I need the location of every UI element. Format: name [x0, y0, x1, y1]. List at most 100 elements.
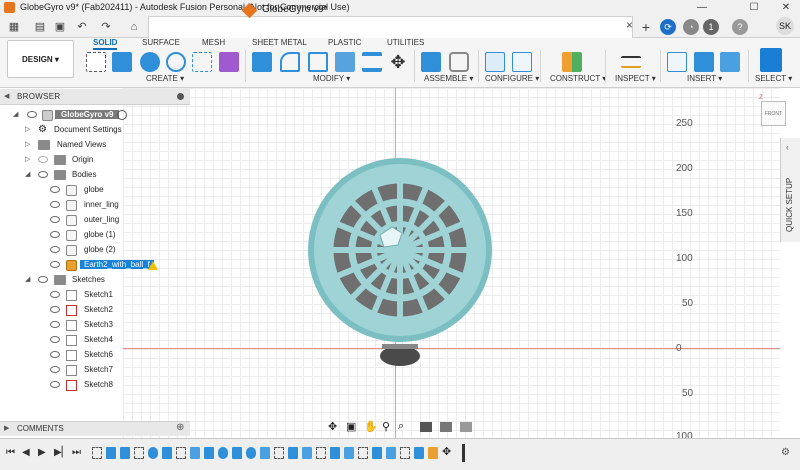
- tree-item-origin[interactable]: ▷ Origin: [0, 153, 160, 168]
- workspace-switcher[interactable]: DESIGN ▾: [7, 40, 74, 78]
- globe-gyro-model[interactable]: [300, 150, 500, 372]
- timeline-feature-move-icon[interactable]: ✥: [442, 445, 451, 458]
- timeline-feature-extrude[interactable]: [106, 447, 116, 459]
- timeline-feature-revolve[interactable]: [218, 447, 228, 459]
- visibility-eye-icon[interactable]: [50, 336, 60, 343]
- tab-surface[interactable]: SURFACE: [142, 38, 180, 47]
- visibility-eye-icon[interactable]: [50, 321, 60, 328]
- timeline-feature-combine[interactable]: [260, 447, 270, 459]
- shell-icon[interactable]: [335, 52, 355, 72]
- group-inspect[interactable]: INSPECT ▾: [615, 74, 656, 83]
- timeline-feature-extrude[interactable]: [330, 447, 340, 459]
- user-avatar[interactable]: SK: [776, 17, 794, 35]
- redo-icon[interactable]: ↷: [98, 19, 114, 35]
- zoom-window-icon[interactable]: ⌕: [398, 420, 404, 433]
- timeline-feature-extrude[interactable]: [232, 447, 242, 459]
- visibility-eye-icon[interactable]: [50, 231, 60, 238]
- close-button[interactable]: ✕: [772, 1, 800, 15]
- pattern-icon[interactable]: [192, 52, 212, 72]
- tree-item-sketches[interactable]: ◢ Sketches: [0, 273, 160, 288]
- timeline-feature-sketch[interactable]: [176, 447, 186, 459]
- timeline-feature-revolve[interactable]: [246, 447, 256, 459]
- group-construct[interactable]: CONSTRUCT ▾: [550, 74, 606, 83]
- sketch-item[interactable]: Sketch2: [0, 303, 160, 318]
- viewports-icon[interactable]: [460, 422, 472, 432]
- insert-derive-icon[interactable]: [667, 52, 687, 72]
- job-status-icon[interactable]: ◔: [683, 19, 699, 35]
- extrude-icon[interactable]: [112, 52, 132, 72]
- body-item[interactable]: globe (1): [0, 228, 160, 243]
- visibility-eye-off-icon[interactable]: [38, 156, 48, 163]
- add-comment-icon[interactable]: ⊕: [176, 422, 184, 433]
- body-item-selected[interactable]: Earth2_with_ball_f: [0, 258, 160, 273]
- press-pull-icon[interactable]: [252, 52, 272, 72]
- body-item[interactable]: outer_ling: [0, 213, 160, 228]
- move-copy-icon[interactable]: ✥: [388, 52, 408, 72]
- timeline-prev-icon[interactable]: ◀: [22, 447, 30, 458]
- group-insert[interactable]: INSERT ▾: [687, 74, 722, 83]
- collapse-arrow-icon[interactable]: ◀: [4, 92, 9, 100]
- timeline-feature-sketch[interactable]: [316, 447, 326, 459]
- tree-root[interactable]: ◢ GlobeGyro v9: [0, 108, 160, 123]
- timeline-feature-sketch[interactable]: [400, 447, 410, 459]
- timeline-feature-combine[interactable]: [344, 447, 354, 459]
- pan-hand-icon[interactable]: ✋: [364, 420, 378, 433]
- sketch-item[interactable]: Sketch4: [0, 333, 160, 348]
- zoom-icon[interactable]: ⚲: [382, 420, 390, 433]
- timeline-feature-combine[interactable]: [302, 447, 312, 459]
- offset-plane-icon[interactable]: [562, 52, 582, 72]
- visibility-eye-icon[interactable]: [50, 186, 60, 193]
- timeline-feature-combine[interactable]: [386, 447, 396, 459]
- orbit-icon[interactable]: ✥: [328, 420, 337, 433]
- sketch-item[interactable]: Sketch8: [0, 378, 160, 393]
- help-icon[interactable]: ?: [732, 19, 748, 35]
- timeline-next-icon[interactable]: ▶▏: [54, 447, 69, 458]
- quick-setup-panel[interactable]: QUICK SETUP: [780, 138, 800, 242]
- measure-icon[interactable]: [621, 56, 641, 68]
- group-select[interactable]: SELECT ▾: [755, 74, 792, 83]
- tab-sheet-metal[interactable]: SHEET METAL: [252, 38, 307, 47]
- insert-canvas-icon[interactable]: [720, 52, 740, 72]
- expand-arrow-icon[interactable]: ▷: [25, 155, 30, 163]
- timeline-feature-extrude[interactable]: [372, 447, 382, 459]
- new-tab-plus-icon[interactable]: +: [638, 19, 654, 35]
- visibility-eye-icon[interactable]: [50, 366, 60, 373]
- body-item[interactable]: inner_ling: [0, 198, 160, 213]
- home-icon[interactable]: ⌂: [126, 19, 142, 35]
- timeline-feature-sketch[interactable]: [92, 447, 102, 459]
- maximize-button[interactable]: ☐: [740, 1, 768, 15]
- group-modify[interactable]: MODIFY ▾: [313, 74, 350, 83]
- timeline-feature-extrude[interactable]: [288, 447, 298, 459]
- visibility-eye-icon[interactable]: [50, 381, 60, 388]
- extensions-icon[interactable]: ⟳: [660, 19, 676, 35]
- group-assemble[interactable]: ASSEMBLE ▾: [424, 74, 473, 83]
- body-item[interactable]: globe: [0, 183, 160, 198]
- document-tab[interactable]: [148, 16, 633, 38]
- grid-settings-icon[interactable]: [440, 422, 452, 432]
- timeline-feature-revolve[interactable]: [148, 447, 158, 459]
- browser-pin-icon[interactable]: [177, 93, 184, 100]
- visibility-eye-icon[interactable]: [50, 351, 60, 358]
- tab-utilities[interactable]: UTILITIES: [387, 38, 424, 47]
- visibility-eye-icon[interactable]: [50, 201, 60, 208]
- minimize-button[interactable]: —: [688, 1, 716, 15]
- expand-arrow-icon[interactable]: ◢: [25, 170, 30, 178]
- expand-arrow-icon[interactable]: ▷: [25, 125, 30, 133]
- sketch-item[interactable]: Sketch3: [0, 318, 160, 333]
- timeline-last-icon[interactable]: ⏭: [72, 447, 81, 458]
- timeline-feature-sketch[interactable]: [134, 447, 144, 459]
- chamfer-icon[interactable]: [308, 52, 328, 72]
- timeline-play-icon[interactable]: ▶: [38, 447, 46, 458]
- visibility-eye-icon[interactable]: [50, 306, 60, 313]
- activate-radio-icon[interactable]: [117, 110, 127, 120]
- data-panel-grid-icon[interactable]: ▦: [6, 19, 22, 35]
- file-menu-icon[interactable]: ▤: [32, 19, 48, 35]
- warning-icon[interactable]: [148, 261, 158, 270]
- timeline-marker[interactable]: [462, 444, 465, 462]
- expand-arrow-icon[interactable]: ◢: [25, 275, 30, 283]
- visibility-eye-icon[interactable]: [50, 246, 60, 253]
- visibility-eye-icon[interactable]: [38, 276, 48, 283]
- timeline-feature-extrude[interactable]: [162, 447, 172, 459]
- timeline-feature-sketch[interactable]: [358, 447, 368, 459]
- timeline-feature-sketch[interactable]: [274, 447, 284, 459]
